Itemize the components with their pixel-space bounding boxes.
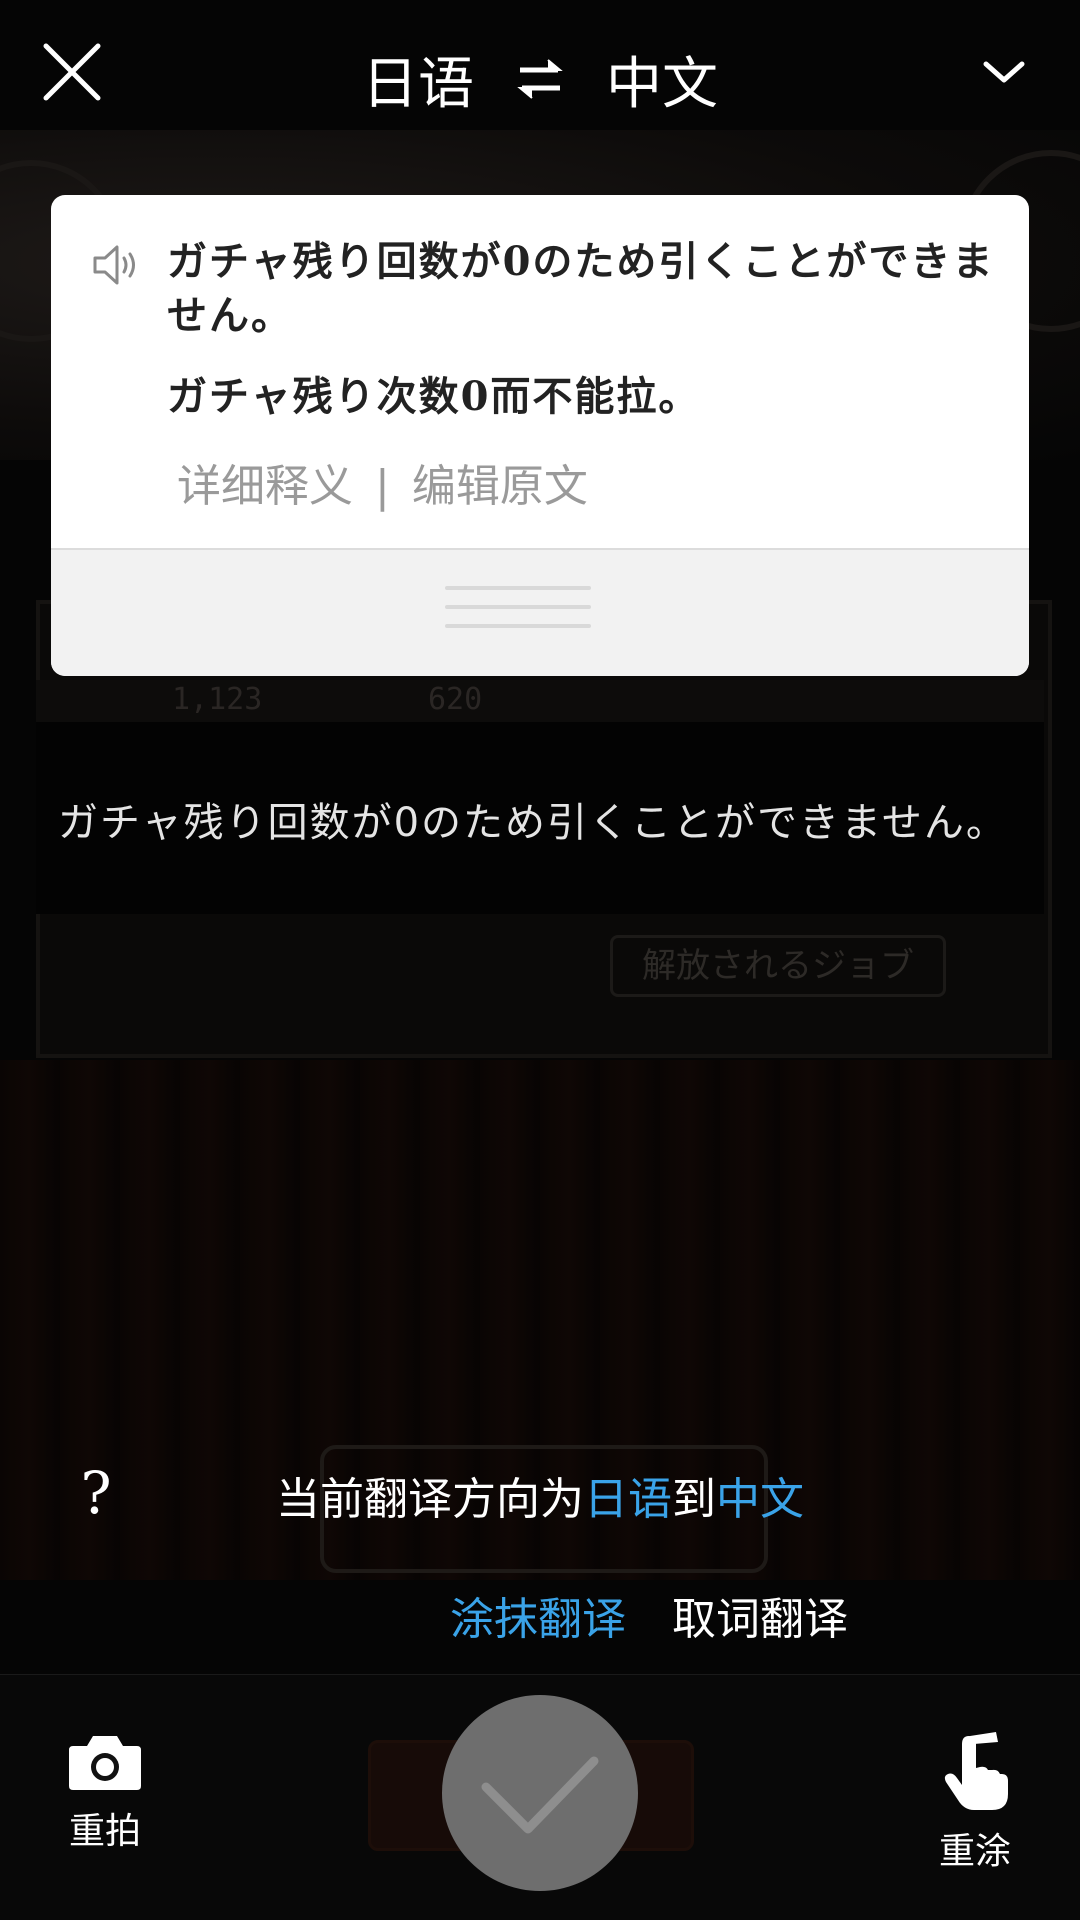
recognized-text[interactable]: ガチャ残り回数が0のため引くことができません。 [58,790,1058,848]
source-language[interactable]: 日语 [336,39,500,120]
card-links: 详细释义 | 编辑原文 [177,457,588,517]
background-job-tag: 解放されるジョブ [610,935,946,997]
hand-pointer-icon [944,1732,1008,1810]
link-separator: | [375,461,390,512]
tab-smear-translate[interactable]: 涂抹翻译 [450,1590,626,1650]
chevron-down-icon [983,61,1025,83]
translation-card: ガチャ残り回数が0のため引くことができません。 ガチャ残り次数0而不能拉。 详细… [51,195,1029,676]
collapse-button[interactable] [980,52,1028,92]
check-icon [481,1756,599,1834]
target-language[interactable]: 中文 [580,39,744,120]
tab-word-translate[interactable]: 取词翻译 [672,1590,848,1650]
background-stat: 620 [428,682,483,717]
card-footer [51,548,1029,676]
top-bar: 日语 中文 [0,0,1080,150]
hint-prefix: 当前翻译方向为 [276,1474,584,1525]
source-text: ガチャ残り回数が0のため引くことができません。 [167,238,995,339]
retake-button[interactable]: 重拍 [45,1730,165,1854]
detail-link[interactable]: 详细释义 [177,461,353,512]
background-stat: 1,123 [172,682,263,717]
camera-icon [69,1736,141,1790]
drag-handle[interactable] [445,586,591,632]
retake-label: 重拍 [68,1811,141,1852]
repaint-button[interactable]: 重涂 [915,1730,1035,1874]
hint-target-language: 中文 [716,1474,804,1525]
translation-text: ガチャ残り次数0而不能拉。 [167,373,701,420]
hint-middle: 到 [672,1474,716,1525]
swap-icon[interactable] [514,53,566,105]
edit-source-link[interactable]: 编辑原文 [412,461,588,512]
confirm-button[interactable] [442,1695,638,1891]
screen: 1,123 620 解放されるジョブ 日语 中文 ガチャ残り回数が0のため引くこ… [0,0,1080,1920]
mode-tabs: 涂抹翻译 取词翻译 [450,1590,848,1650]
direction-hint: 当前翻译方向为日语到中文 [0,1470,1080,1530]
repaint-label: 重涂 [938,1831,1011,1872]
hint-source-language: 日语 [584,1474,672,1525]
speaker-icon[interactable] [91,241,145,289]
language-switcher: 日语 中文 [0,34,1080,124]
